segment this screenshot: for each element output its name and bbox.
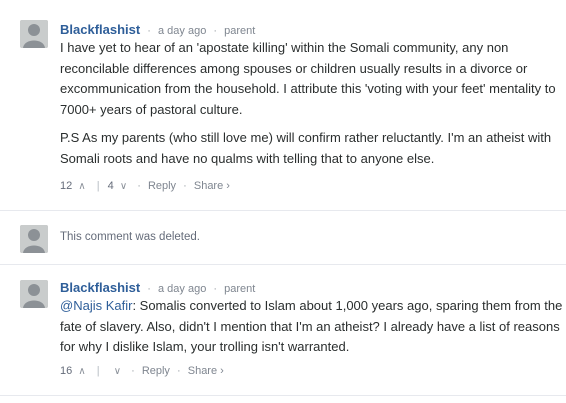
comment-text: : Somalis converted to Islam about 1,000… xyxy=(60,298,563,354)
avatar xyxy=(20,225,48,253)
comment-footer: 16 ∧ | ∨ · Reply · Share › xyxy=(60,365,224,377)
comment-divider xyxy=(0,264,566,265)
comment-paragraph: P.S As my parents (who still love me) wi… xyxy=(60,130,552,166)
parent-link[interactable]: parent xyxy=(224,25,255,37)
avatar[interactable] xyxy=(20,20,48,48)
timestamp[interactable]: a day ago xyxy=(158,25,206,37)
comment-paragraph: @Najis Kafir: Somalis converted to Islam… xyxy=(60,296,564,358)
reply-button[interactable]: Reply xyxy=(148,180,176,192)
chevron-down-icon[interactable]: ∨ xyxy=(120,181,127,192)
author-name[interactable]: Blackflashist xyxy=(60,280,140,295)
timestamp[interactable]: a day ago xyxy=(158,283,206,295)
comment-body: I have yet to hear of an 'apostate killi… xyxy=(60,38,564,169)
chevron-down-icon[interactable]: ∨ xyxy=(114,366,121,377)
comment-meta: Blackflashist · a day ago · parent xyxy=(60,280,255,295)
default-avatar-icon xyxy=(20,225,48,253)
meta-separator: · xyxy=(177,365,181,378)
avatar[interactable] xyxy=(20,280,48,308)
meta-separator: · xyxy=(131,365,135,378)
share-button[interactable]: Share › xyxy=(188,365,224,377)
meta-separator: · xyxy=(147,25,151,37)
comment-footer: 12 ∧ | 4 ∨ · Reply · Share › xyxy=(60,180,230,192)
comment-paragraph: I have yet to hear of an 'apostate killi… xyxy=(60,40,556,117)
meta-separator: · xyxy=(147,283,151,295)
downvote-count: 4 xyxy=(107,180,114,193)
meta-separator: · xyxy=(213,283,218,295)
chevron-up-icon[interactable]: ∧ xyxy=(78,366,85,377)
reply-button[interactable]: Reply xyxy=(142,365,170,377)
default-avatar-icon xyxy=(20,20,48,48)
upvote-count: 16 xyxy=(60,365,73,378)
comment-divider xyxy=(0,210,566,211)
meta-separator: · xyxy=(137,180,141,193)
divider-bar: | xyxy=(96,365,100,378)
default-avatar-icon xyxy=(20,280,48,308)
meta-separator: · xyxy=(213,25,218,37)
comment-body: @Najis Kafir: Somalis converted to Islam… xyxy=(60,296,564,358)
chevron-up-icon[interactable]: ∧ xyxy=(78,181,85,192)
user-mention[interactable]: @Najis Kafir xyxy=(60,298,132,313)
meta-separator: · xyxy=(183,180,187,193)
deleted-comment-text: This comment was deleted. xyxy=(60,231,200,243)
author-name[interactable]: Blackflashist xyxy=(60,22,140,37)
comment-meta: Blackflashist · a day ago · parent xyxy=(60,22,255,37)
upvote-count: 12 xyxy=(60,180,73,193)
parent-link[interactable]: parent xyxy=(224,283,255,295)
divider-bar: | xyxy=(96,180,100,193)
share-button[interactable]: Share › xyxy=(194,180,230,192)
comment-divider xyxy=(0,395,566,396)
